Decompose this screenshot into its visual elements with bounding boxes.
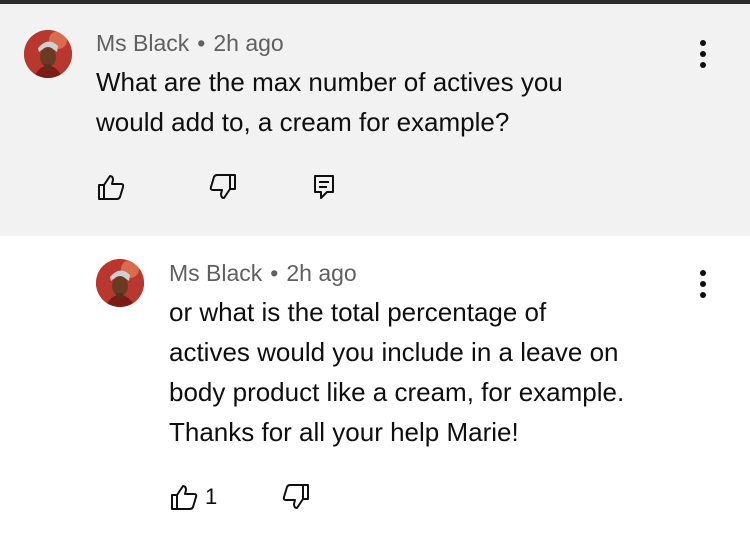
like-button[interactable] [96,172,126,202]
more-vertical-icon[interactable] [691,268,715,300]
meta-separator: • [270,260,279,286]
avatar[interactable] [96,259,144,307]
comment-line: body product like a cream, for example. [169,377,625,407]
meta-separator: • [197,30,206,56]
thumbs-down-icon [282,484,309,509]
dislike-button[interactable] [281,482,311,512]
comment-line: actives would you include in a leave on [169,337,619,367]
author-name[interactable]: Ms Black [169,260,262,286]
comment-line: would add to, a cream for example? [96,107,510,137]
avatar[interactable] [24,30,72,78]
comment-timestamp[interactable]: 2h ago [213,30,283,56]
thumbs-up-icon [171,485,198,510]
comment-line: or what is the total percentage of [169,297,547,327]
like-button[interactable]: 1 [169,482,217,512]
comment-text: What are the max number of actives you w… [96,62,563,142]
comment-reply-icon [314,175,334,199]
author-name[interactable]: Ms Black [96,30,189,56]
comment-line: Thanks for all your help Marie! [169,417,519,447]
reply-button[interactable] [311,172,337,202]
comments-panel: Ms Black • 2h ago What are the max number … [0,0,750,549]
comment-meta: Ms Black • 2h ago [96,30,284,57]
like-count: 1 [205,484,218,509]
thumbs-down-icon [209,174,236,199]
reply-text: or what is the total percentage of activ… [169,292,624,452]
thumbs-up-icon [98,175,125,200]
comment-timestamp[interactable]: 2h ago [286,260,356,286]
dislike-button[interactable] [208,172,238,202]
reply-meta: Ms Black • 2h ago [169,260,357,287]
comment-line: What are the max number of actives you [96,67,563,97]
more-vertical-icon[interactable] [691,38,715,70]
